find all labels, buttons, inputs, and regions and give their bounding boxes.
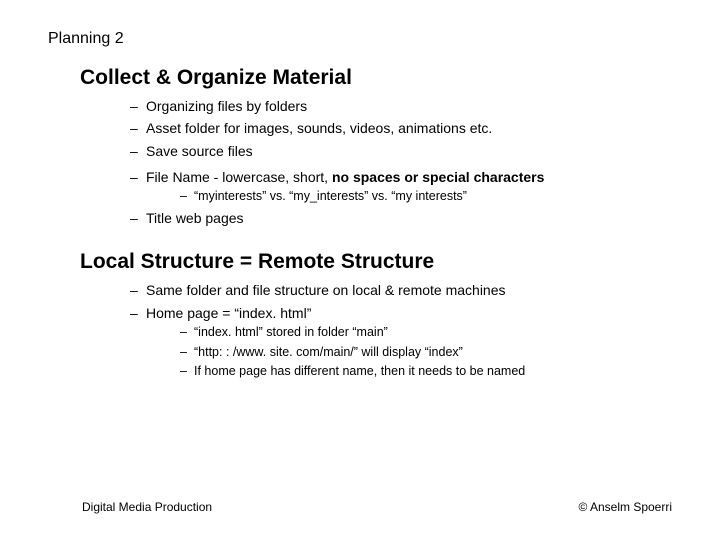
section-heading-2: Local Structure = Remote Structure: [80, 250, 720, 274]
list-text: Same folder and file structure on local …: [146, 282, 506, 298]
slide-title: Planning 2: [48, 30, 720, 48]
sub-list-item: If home page has different name, then it…: [180, 362, 720, 381]
list-item: Asset folder for images, sounds, videos,…: [130, 118, 720, 138]
bullet-list-2: Same folder and file structure on local …: [130, 280, 720, 381]
section-heading-1: Collect & Organize Material: [80, 66, 720, 90]
bullet-list-1: Organizing files by folders Asset folder…: [130, 96, 720, 228]
list-item: Organizing files by folders: [130, 96, 720, 116]
footer-right: © Anselm Spoerri: [578, 500, 672, 514]
sub-list-item: “index. html” stored in folder “main”: [180, 323, 720, 342]
list-text: Title web pages: [146, 210, 244, 226]
list-item: File Name - lowercase, short, no spaces …: [130, 167, 720, 206]
sub-list: “myinterests” vs. “my_interests” vs. “my…: [180, 187, 720, 206]
footer-left: Digital Media Production: [82, 500, 212, 514]
footer: Digital Media Production © Anselm Spoerr…: [0, 500, 720, 514]
list-text-prefix: File Name - lowercase, short,: [146, 169, 332, 185]
sub-list-item: “http: : /www. site. com/main/” will dis…: [180, 343, 720, 362]
list-text: Organizing files by folders: [146, 98, 307, 114]
list-text: Home page = “index. html”: [146, 305, 311, 321]
list-item: Same folder and file structure on local …: [130, 280, 720, 300]
list-text-bold: no spaces or special characters: [332, 169, 544, 185]
list-text: “myinterests” vs. “my_interests” vs. “my…: [194, 189, 467, 203]
list-text: If home page has different name, then it…: [194, 364, 525, 378]
list-item: Title web pages: [130, 208, 720, 228]
list-item: Save source files: [130, 141, 720, 161]
list-text: Asset folder for images, sounds, videos,…: [146, 120, 492, 136]
list-text: “http: : /www. site. com/main/” will dis…: [194, 345, 463, 359]
list-text: Save source files: [146, 143, 253, 159]
list-text: “index. html” stored in folder “main”: [194, 325, 388, 339]
list-item: Home page = “index. html” “index. html” …: [130, 303, 720, 382]
slide: Planning 2 Collect & Organize Material O…: [0, 0, 720, 540]
sub-list-item: “myinterests” vs. “my_interests” vs. “my…: [180, 187, 720, 206]
sub-list: “index. html” stored in folder “main” “h…: [180, 323, 720, 381]
